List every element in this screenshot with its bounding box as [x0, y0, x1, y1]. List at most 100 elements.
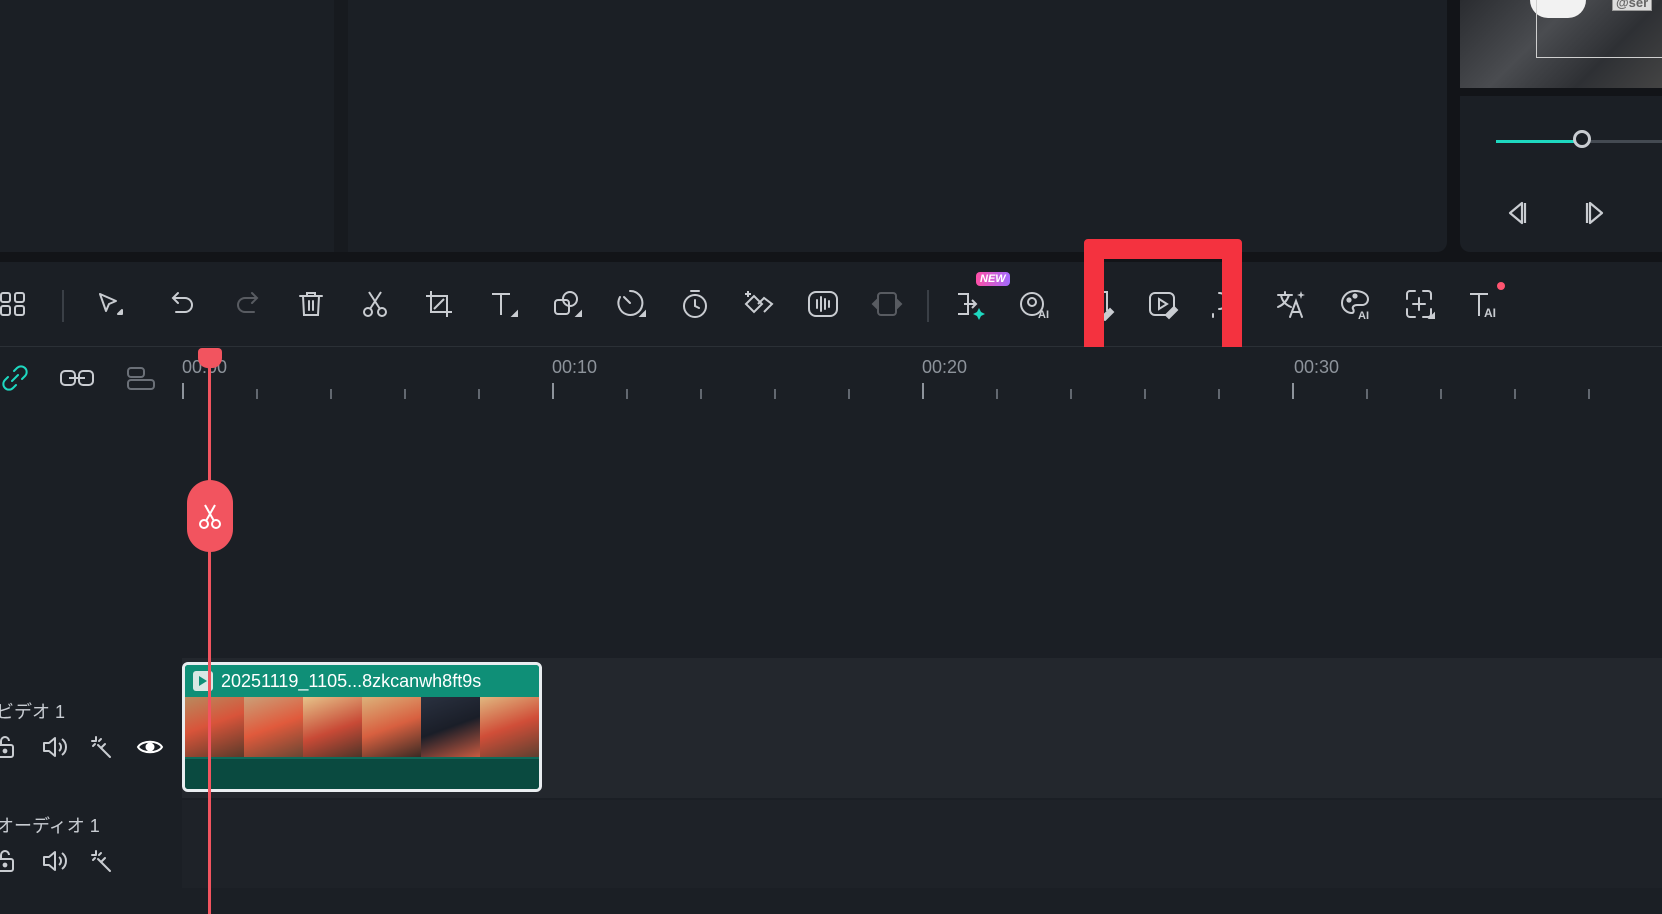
edit-toolbar: NEW AI AI AI	[0, 262, 1662, 347]
ai-split-icon	[958, 293, 985, 320]
ruler-label: 00:30	[1294, 357, 1340, 377]
magic-wand-icon	[91, 850, 111, 872]
preview-panel: @ser	[1460, 0, 1662, 252]
ai-text-button[interactable]: AI	[1463, 284, 1503, 324]
preview-watermark: @ser	[1612, 0, 1653, 11]
ruler-tick	[552, 383, 554, 399]
audio-waveform-icon	[808, 291, 838, 317]
ai-portrait-button[interactable]: AI	[1015, 284, 1055, 324]
ruler-tick	[996, 389, 998, 399]
ruler-tick	[1292, 383, 1294, 399]
undo-button[interactable]	[162, 284, 202, 324]
translate-icon	[1277, 291, 1305, 318]
select-tool-button[interactable]	[89, 284, 129, 324]
ruler-tick	[922, 383, 924, 399]
layout-grid-button[interactable]	[0, 284, 35, 324]
audio-track[interactable]	[0, 800, 1662, 888]
ruler-tick	[256, 389, 258, 399]
video-track-label: ビデオ 1	[0, 702, 66, 722]
shape-button[interactable]	[547, 284, 587, 324]
svg-text:AI: AI	[1358, 310, 1369, 321]
clip-thumbnail	[362, 697, 421, 757]
ruler-tick	[1366, 389, 1368, 399]
toolbar-divider	[927, 290, 929, 322]
link-icon	[2, 365, 28, 391]
previous-frame-icon	[1508, 201, 1527, 225]
track-header-column: ビデオ 1 オーディオ 1	[0, 658, 182, 888]
ai-color-button[interactable]: AI	[1335, 284, 1375, 324]
next-frame-icon	[1585, 201, 1604, 225]
preview-thumbnail: @ser	[1460, 0, 1662, 88]
audio-track-lock-button[interactable]	[0, 845, 22, 877]
timer-icon	[683, 290, 707, 318]
ruler-tick	[700, 389, 702, 399]
ai-split-button[interactable]	[951, 284, 991, 324]
ruler-label: 00:10	[552, 357, 598, 377]
playhead-split-button[interactable]	[187, 480, 233, 552]
group-clips-button[interactable]	[121, 361, 161, 395]
audio-button[interactable]	[803, 284, 843, 324]
add-frame-button[interactable]	[1399, 284, 1439, 324]
lock-icon	[0, 736, 14, 758]
previous-frame-button[interactable]	[1501, 198, 1531, 228]
text-button[interactable]	[483, 284, 523, 324]
audio-track-mute-button[interactable]	[38, 845, 70, 877]
group-clips-icon	[127, 367, 155, 390]
preview-separator	[1460, 88, 1662, 96]
preview-slider-knob[interactable]	[1573, 130, 1591, 148]
freeze-frame-icon	[871, 292, 903, 316]
track-effect-button[interactable]	[86, 731, 118, 763]
ruler-tick	[774, 389, 776, 399]
select-arrow-icon	[99, 293, 123, 315]
translate-button[interactable]	[1271, 284, 1311, 324]
link-clips-button[interactable]	[57, 361, 97, 395]
ruler-tick	[1218, 389, 1220, 399]
new-badge: NEW	[976, 272, 1010, 286]
freeze-frame-button[interactable]	[867, 284, 907, 324]
track-lock-button[interactable]	[0, 731, 22, 763]
ai-portrait-icon: AI	[1020, 292, 1049, 321]
magic-wand-icon	[91, 736, 111, 758]
video-clip[interactable]: 20251119_1105...8zkcanwh8ft9s	[182, 662, 542, 792]
preview-slider-fill	[1496, 140, 1582, 143]
crop-icon	[426, 291, 452, 317]
ruler-label: 00:20	[922, 357, 968, 377]
redo-button[interactable]	[228, 284, 268, 324]
audio-track-effect-button[interactable]	[86, 845, 118, 877]
time-ruler[interactable]: 00:00 00:10 00:20 00:30	[0, 347, 1662, 407]
speed-button[interactable]	[611, 284, 651, 324]
ruler-tick	[626, 389, 628, 399]
ruler-tick	[1588, 389, 1590, 399]
track-mute-button[interactable]	[38, 731, 70, 763]
ruler-tick	[478, 389, 480, 399]
clip-audio-strip	[185, 757, 539, 789]
delete-button[interactable]	[291, 284, 331, 324]
playhead-handle[interactable]	[198, 348, 222, 368]
delete-icon	[299, 292, 323, 316]
panel-divider[interactable]	[334, 0, 348, 252]
split-button[interactable]	[355, 284, 395, 324]
media-panel	[0, 0, 1447, 252]
split-scissors-icon	[363, 291, 387, 317]
crop-button[interactable]	[419, 284, 459, 324]
ruler-tick	[404, 389, 406, 399]
keyframe-button[interactable]	[739, 284, 779, 324]
clip-thumbnails	[185, 697, 539, 757]
ruler-tick	[1144, 389, 1146, 399]
track-visibility-button[interactable]	[134, 731, 166, 763]
timer-button[interactable]	[675, 284, 715, 324]
ruler-tick	[330, 389, 332, 399]
clip-thumbnail	[303, 697, 362, 757]
layout-grid-icon	[0, 292, 25, 316]
playhead[interactable]	[208, 355, 211, 914]
link-button[interactable]	[0, 361, 35, 395]
undo-icon	[171, 292, 193, 313]
svg-text:AI: AI	[1038, 309, 1049, 321]
clip-header: 20251119_1105...8zkcanwh8ft9s	[185, 665, 539, 697]
clip-title: 20251119_1105...8zkcanwh8ft9s	[221, 670, 482, 691]
redo-icon	[237, 292, 259, 313]
next-frame-button[interactable]	[1581, 198, 1611, 228]
ruler-tick	[1070, 389, 1072, 399]
add-frame-icon	[1406, 290, 1435, 319]
lock-icon	[0, 850, 14, 872]
